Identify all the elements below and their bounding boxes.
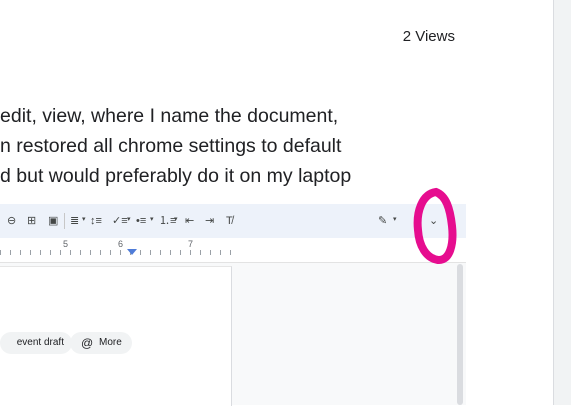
post-line: n restored all chrome settings to defaul… (0, 135, 342, 157)
bulleted-list-icon[interactable]: •≡ (136, 214, 146, 228)
right-scroll-rail[interactable] (553, 0, 571, 405)
chip-label: event draft (16, 337, 64, 348)
chevron-down-icon[interactable]: ▾ (127, 215, 131, 223)
document-page[interactable]: event draft @ More (0, 266, 232, 406)
add-comment-icon[interactable]: ⊞ (27, 214, 36, 228)
chevron-down-icon[interactable]: ▾ (174, 215, 178, 223)
decrease-indent-icon[interactable]: ⇤ (185, 214, 194, 228)
post-line: edit, view, where I name the document, (0, 105, 339, 127)
ruler-label: 7 (188, 239, 194, 249)
vertical-scrollbar[interactable] (457, 264, 463, 405)
chip-label: More (99, 337, 122, 348)
ruler[interactable]: 5 6 7 (0, 238, 466, 263)
ruler-label: 5 (63, 239, 69, 249)
at-sign-icon: @ (81, 336, 94, 350)
align-icon[interactable]: ≣ (70, 214, 79, 228)
link-icon[interactable]: ⊖ (7, 214, 16, 228)
docs-toolbar: ⊖ ⊞ ▣ ≣ ▾ ↕≡ ✓≡ ▾ •≡ ▾ ⒈≡ ▾ ⇤ ⇥ T̸ ✎ ▾ ⌄ (0, 204, 466, 238)
checklist-icon[interactable]: ✓≡ (112, 214, 128, 228)
ruler-ticks (0, 250, 232, 255)
annotation-stroke (413, 187, 457, 264)
line-spacing-icon[interactable]: ↕≡ (90, 214, 102, 228)
toolbar-divider (64, 213, 65, 229)
views-count: 2 Views (402, 28, 455, 45)
post-line: d but would preferably do it on my lapto… (0, 165, 352, 187)
chevron-down-icon[interactable]: ▾ (393, 215, 397, 223)
event-draft-chip[interactable]: event draft (0, 332, 72, 354)
editing-mode-icon[interactable]: ✎ (378, 214, 387, 228)
chevron-down-icon[interactable]: ▾ (150, 215, 154, 223)
increase-indent-icon[interactable]: ⇥ (205, 214, 214, 228)
circle-annotation (413, 187, 457, 264)
more-chip[interactable]: @ More (70, 332, 132, 354)
chevron-down-icon[interactable]: ▾ (82, 215, 86, 223)
ruler-label: 6 (118, 239, 124, 249)
indent-marker[interactable] (127, 249, 137, 255)
insert-image-icon[interactable]: ▣ (48, 214, 58, 228)
post-body: edit, view, where I name the document, n… (0, 101, 480, 191)
embedded-screenshot: ⊖ ⊞ ▣ ≣ ▾ ↕≡ ✓≡ ▾ •≡ ▾ ⒈≡ ▾ ⇤ ⇥ T̸ ✎ ▾ ⌄… (0, 204, 466, 406)
clear-formatting-icon[interactable]: T̸ (226, 214, 233, 228)
